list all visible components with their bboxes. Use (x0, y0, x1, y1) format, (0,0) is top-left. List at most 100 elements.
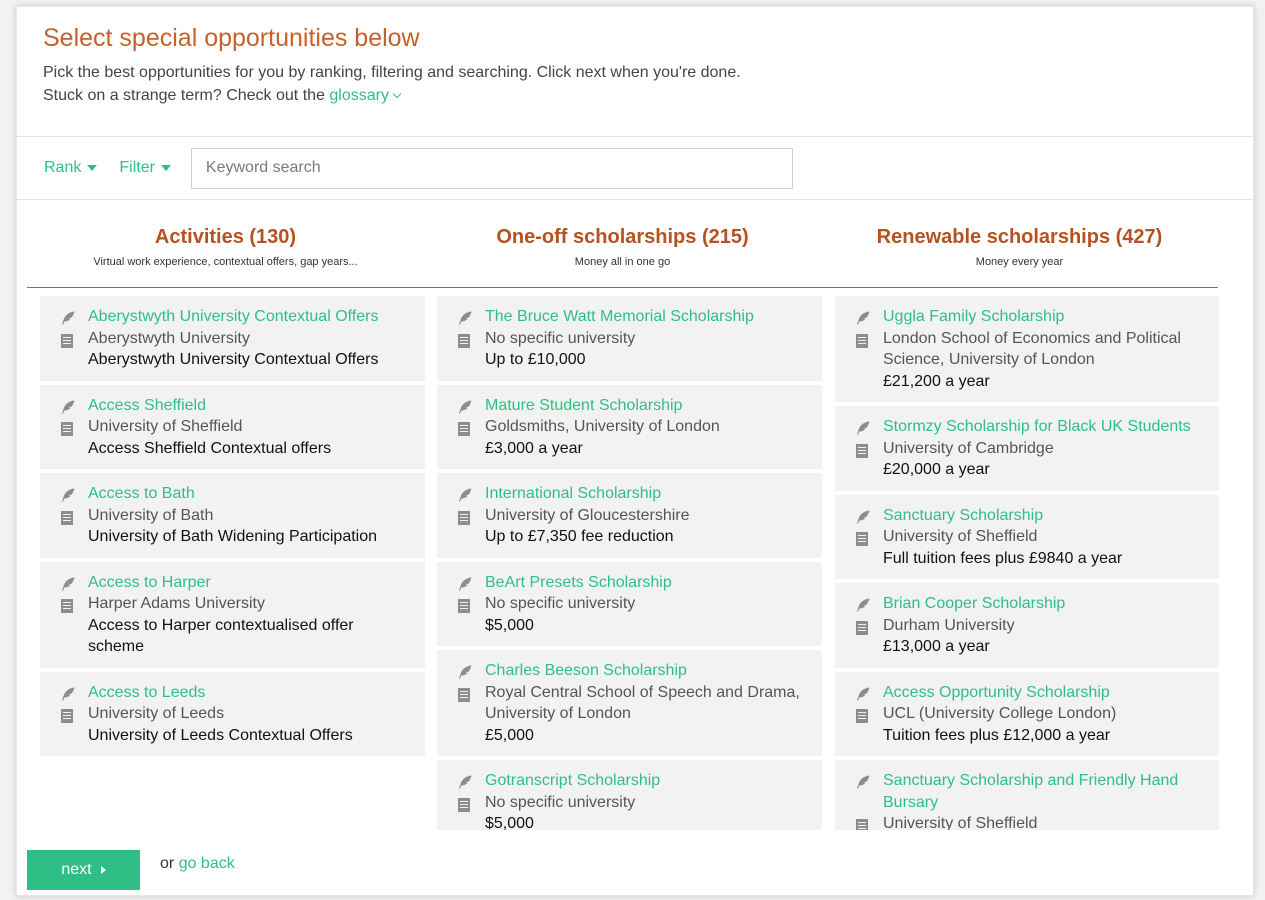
opportunity-university: No specific university (485, 329, 636, 347)
opportunity-title[interactable]: Brian Cooper Scholarship (883, 593, 1065, 615)
opportunity-value: Tuition fees plus £12,000 a year (883, 726, 1111, 744)
opportunity-title[interactable]: Charles Beeson Scholarship (485, 660, 687, 682)
opportunity-university: No specific university (485, 793, 636, 811)
column-subtitle: Money every year (975, 256, 1064, 268)
opportunity-title[interactable]: The Bruce Watt Memorial Scholarship (485, 306, 754, 328)
opportunity-value: Up to £10,000 (485, 351, 586, 368)
feather-icon (457, 770, 479, 791)
building-icon (60, 505, 82, 526)
toolbar: Rank Filter (17, 137, 1253, 200)
building-icon (60, 328, 82, 349)
opportunity-university: University of Cambridge (883, 439, 1054, 457)
feather-icon (855, 593, 877, 614)
opportunity-title[interactable]: Access to Bath (88, 483, 195, 505)
opportunity-title[interactable]: BeArt Presets Scholarship (485, 572, 672, 594)
renewable-scholarships-list[interactable]: Uggla Family Scholarship London School of… (835, 296, 1219, 830)
opportunity-card[interactable]: Stormzy Scholarship for Black UK Student… (835, 406, 1219, 491)
building-icon (60, 416, 82, 437)
opportunity-card[interactable]: International Scholarship University of G… (437, 473, 822, 558)
building-icon (457, 682, 479, 703)
opportunity-card[interactable]: Access to Bath University of Bath Universi… (40, 473, 425, 558)
activities-list[interactable]: Aberystwyth University Contextual Offers… (40, 296, 425, 760)
footer: next or go back (27, 850, 235, 890)
column-headers: Activities (130) Virtual work experience… (27, 222, 1218, 288)
feather-icon (855, 770, 877, 791)
one-off-scholarships-list[interactable]: The Bruce Watt Memorial Scholarship No sp… (437, 296, 822, 830)
opportunity-university: No specific university (485, 595, 636, 612)
caret-right-icon (100, 866, 106, 874)
column-header-one-off: One-off scholarships (215) Money all in … (424, 222, 821, 287)
opportunity-university: University of Sheffield (88, 418, 243, 435)
opportunity-value: £5,000 (485, 726, 534, 744)
opportunity-card[interactable]: Sanctuary Scholarship and Friendly Hand … (835, 760, 1219, 830)
next-button[interactable]: next (27, 850, 140, 890)
opportunity-card[interactable]: Charles Beeson Scholarship Royal Central … (437, 650, 822, 756)
opportunity-card[interactable]: Access to Leeds University of Leeds Univer… (40, 671, 425, 756)
opportunity-card[interactable]: Mature Student Scholarship Goldsmiths, Un… (437, 384, 822, 469)
opportunity-title[interactable]: Sanctuary Scholarship and Friendly Hand … (883, 770, 1204, 813)
intro-text: Pick the best opportunities for you by r… (43, 64, 741, 81)
building-icon (855, 703, 877, 724)
feather-icon (60, 572, 82, 593)
glossary-link[interactable]: glossary (329, 87, 402, 104)
chevron-down-icon (392, 89, 402, 99)
opportunity-title[interactable]: Access to Leeds (88, 682, 205, 704)
building-icon (60, 593, 82, 614)
opportunity-title[interactable]: Access to Harper (88, 572, 211, 594)
filter-label: Filter (119, 159, 155, 176)
opportunity-value: Up to £7,350 fee reduction (485, 528, 674, 545)
opportunity-title[interactable]: Access Sheffield (88, 395, 206, 417)
opportunity-university: Goldsmiths, University of London (485, 418, 720, 435)
building-icon (457, 505, 479, 526)
opportunity-card[interactable]: Access Opportunity Scholarship UCL (Unive… (835, 671, 1219, 756)
opportunity-card[interactable]: Sanctuary Scholarship University of Sheff… (835, 494, 1219, 579)
opportunity-value: $5,000 (485, 815, 534, 830)
feather-icon (457, 483, 479, 504)
opportunity-card[interactable]: Access Sheffield University of Sheffield A… (40, 384, 425, 469)
opportunity-title[interactable]: Sanctuary Scholarship (883, 505, 1043, 527)
opportunity-title[interactable]: Access Opportunity Scholarship (883, 682, 1110, 704)
opportunity-value: £3,000 a year (485, 439, 583, 457)
opportunity-card[interactable]: Uggla Family Scholarship London School of… (835, 296, 1219, 402)
feather-icon (60, 483, 82, 504)
opportunity-columns: Aberystwyth University Contextual Offers… (39, 296, 1219, 830)
go-back-link[interactable]: go back (179, 855, 235, 872)
building-icon (457, 792, 479, 813)
opportunity-title[interactable]: Uggla Family Scholarship (883, 306, 1064, 328)
keyword-search-input[interactable] (190, 147, 793, 189)
or-text: or (160, 855, 175, 872)
glossary-link-label: glossary (329, 87, 389, 104)
building-icon (457, 416, 479, 437)
page-title: Select special opportunities below (43, 24, 420, 52)
opportunity-value: Aberystwyth University Contextual Offers (88, 351, 379, 368)
opportunity-value: Access Sheffield Contextual offers (88, 439, 332, 457)
intro-section: Select special opportunities below Pick … (17, 7, 1253, 137)
opportunity-card[interactable]: The Bruce Watt Memorial Scholarship No sp… (437, 296, 822, 381)
opportunity-title[interactable]: Aberystwyth University Contextual Offers (88, 306, 378, 328)
opportunity-value: £21,200 a year (883, 372, 990, 390)
go-back-line: or go back (160, 855, 235, 873)
caret-down-icon (160, 165, 171, 171)
filter-dropdown[interactable]: Filter (119, 159, 171, 177)
opportunity-card[interactable]: Gotranscript Scholarship No specific univ… (437, 760, 822, 830)
opportunity-university: University of Sheffield (883, 815, 1038, 830)
opportunity-title[interactable]: Mature Student Scholarship (485, 395, 682, 417)
opportunity-card[interactable]: Brian Cooper Scholarship Durham Universit… (835, 583, 1219, 668)
building-icon (855, 328, 877, 349)
opportunity-title[interactable]: International Scholarship (485, 483, 661, 505)
opportunity-title[interactable]: Gotranscript Scholarship (485, 770, 660, 792)
opportunity-card[interactable]: Aberystwyth University Contextual Offers… (40, 296, 425, 381)
opportunity-value: $5,000 (485, 616, 534, 634)
rank-dropdown[interactable]: Rank (44, 159, 98, 177)
opportunity-card[interactable]: BeArt Presets Scholarship No specific uni… (437, 561, 822, 646)
feather-icon (457, 660, 479, 681)
rank-label: Rank (44, 159, 82, 176)
opportunity-card[interactable]: Access to Harper Harper Adams University A… (40, 561, 425, 668)
opportunity-value: Full tuition fees plus £9840 a year (883, 549, 1123, 567)
building-icon (457, 328, 479, 349)
column-title: Activities (130) (154, 226, 297, 248)
opportunity-title[interactable]: Stormzy Scholarship for Black UK Student… (883, 416, 1191, 438)
feather-icon (60, 306, 82, 327)
opportunity-university: Harper Adams University (88, 595, 265, 612)
next-label: next (61, 861, 92, 878)
